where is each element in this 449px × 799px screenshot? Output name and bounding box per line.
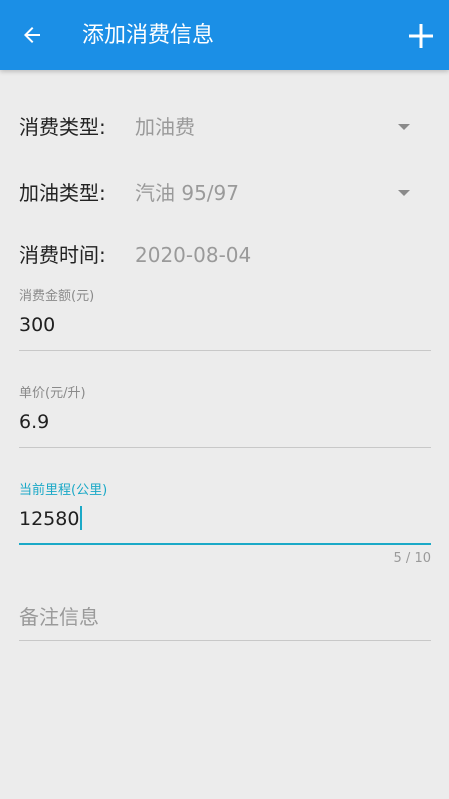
consume-time-row: 消费时间: 2020-08-04 [0,235,449,275]
dropdown-caret-icon[interactable] [396,188,412,198]
add-button[interactable] [402,17,440,55]
mileage-value: 12580 [19,508,80,530]
fuel-type-label: 加油类型: [19,181,106,205]
amount-label: 消费金额(元) [19,289,95,304]
consume-type-label: 消费类型: [19,115,106,139]
fuel-type-select[interactable]: 汽油 95/97 [135,173,239,213]
amount-field[interactable]: 消费金额(元) 300 [19,289,431,353]
amount-underline [19,350,431,351]
mileage-char-counter: 5 / 10 [393,551,431,566]
consume-time-label: 消费时间: [19,243,106,267]
amount-input[interactable]: 300 [19,311,55,339]
mileage-label: 当前里程(公里) [19,483,108,498]
dropdown-caret-icon[interactable] [396,122,412,132]
consume-type-select[interactable]: 加油费 [135,107,195,147]
page-title: 添加消费信息 [82,23,215,48]
mileage-underline [19,543,431,545]
consume-time-picker[interactable]: 2020-08-04 [135,235,251,275]
mileage-field[interactable]: 当前里程(公里) 12580 [19,483,431,547]
consume-type-row: 消费类型: 加油费 [0,107,449,147]
remark-underline [19,640,431,641]
unit-price-label: 单价(元/升) [19,386,86,401]
text-cursor [80,506,83,530]
remark-field[interactable]: 备注信息 [19,600,431,641]
mileage-input[interactable]: 12580 [19,505,83,533]
fuel-type-row: 加油类型: 汽油 95/97 [0,173,449,213]
unit-price-underline [19,447,431,448]
plus-icon [409,24,433,48]
arrow-left-icon [24,27,40,43]
unit-price-field[interactable]: 单价(元/升) 6.9 [19,386,431,450]
back-button[interactable] [14,17,50,53]
remark-input[interactable]: 备注信息 [19,600,99,634]
unit-price-input[interactable]: 6.9 [19,408,49,436]
app-bar: 添加消费信息 [0,0,449,70]
